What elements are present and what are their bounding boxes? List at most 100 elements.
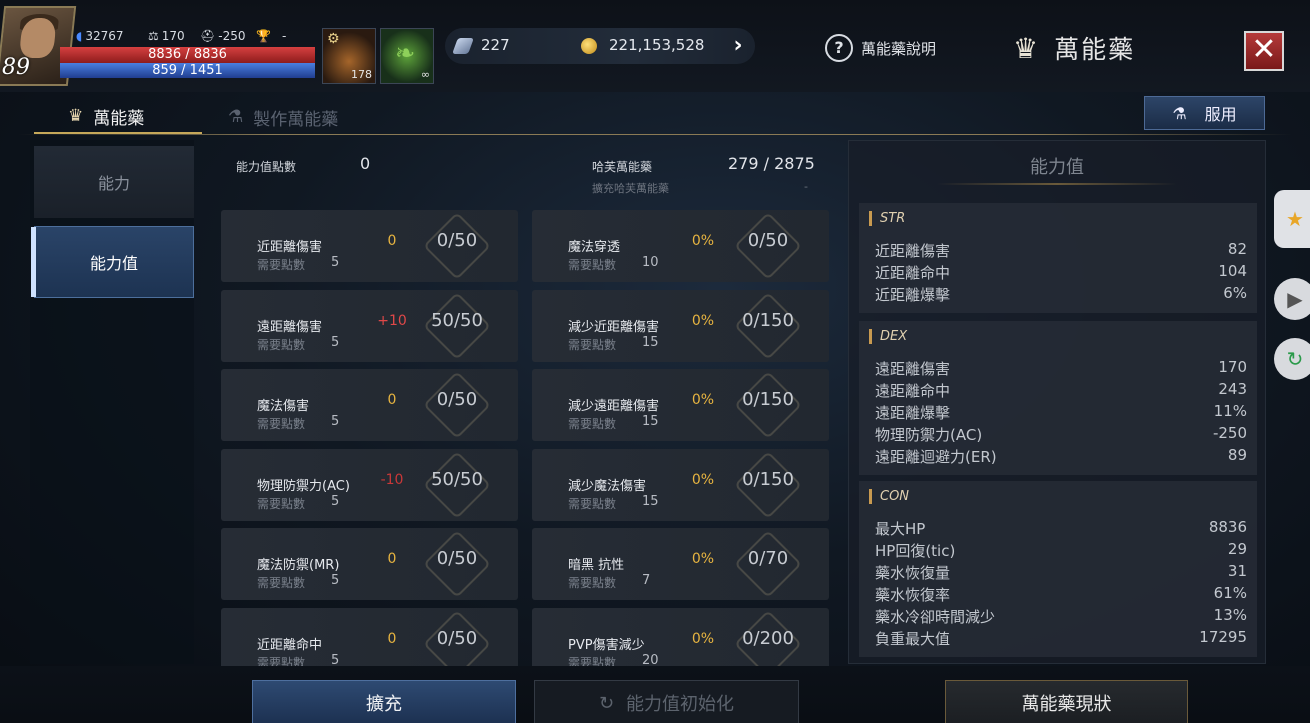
helmet-icon: ⛑ bbox=[200, 29, 216, 43]
need-points-label: 需要點數 bbox=[568, 417, 617, 431]
hagen-hint-value: - bbox=[804, 180, 808, 193]
stat-bonus: 0 bbox=[387, 392, 397, 408]
stat-group-str: STR 近距離傷害 82 近距離命中 104 近距離爆擊 6% bbox=[859, 203, 1257, 313]
currency-bar: 227 221,153,528 bbox=[445, 28, 755, 64]
gem-count: 227 bbox=[481, 36, 510, 54]
stats-panel-title: 能力值 bbox=[1030, 157, 1084, 178]
stat-level: 0/150 bbox=[742, 389, 794, 410]
stat-level: 0/150 bbox=[742, 309, 794, 331]
swirl-icon[interactable]: ↻ bbox=[1274, 338, 1310, 380]
points-value: 0 bbox=[360, 154, 371, 173]
stat-row-value: 89 bbox=[1227, 446, 1247, 464]
stat-row-value: 8836 bbox=[1208, 518, 1247, 536]
stat-name: PVP傷害減少 bbox=[568, 637, 645, 653]
herb-slot[interactable]: ❧ ∞ bbox=[380, 28, 434, 84]
stat-row: 物理防禦力(AC) -250 bbox=[875, 424, 1247, 446]
potion-slot[interactable]: ⚙ 178 bbox=[322, 28, 376, 84]
play-icon[interactable]: ▶ bbox=[1274, 278, 1310, 320]
stat-bonus: +10 bbox=[377, 312, 407, 329]
stat-row: HP回復(tic) 29 bbox=[875, 540, 1247, 562]
stat-cost: 5 bbox=[331, 334, 340, 350]
reset-stats-button[interactable]: ↻ 能力值初始化 bbox=[534, 680, 799, 723]
stat-level: 0/200 bbox=[742, 627, 794, 649]
expand-button[interactable]: 擴充 bbox=[252, 680, 516, 723]
gem-icon bbox=[452, 38, 474, 54]
stat-name: 近距離命中 bbox=[257, 637, 323, 653]
nav-stats[interactable]: 能力值 bbox=[31, 226, 194, 298]
craft-icon: ⚗ bbox=[228, 107, 244, 127]
stat-row-name: 負重最大值 bbox=[875, 630, 951, 648]
potion-status-button[interactable]: 萬能藥現狀 bbox=[945, 680, 1188, 723]
stat-row: 藥水恢復量 31 bbox=[875, 562, 1247, 584]
need-points-label: 需要點數 bbox=[568, 337, 617, 352]
help-button[interactable]: ? 萬能藥說明 bbox=[825, 34, 936, 62]
stat-bonus: 0 bbox=[387, 551, 397, 567]
stat-group-con: CON 最大HP 8836 HP回復(tic) 29 藥水恢復量 31 藥水恢復率 61% 藥水冷… bbox=[859, 481, 1257, 657]
stat-name: 減少魔法傷害 bbox=[568, 478, 647, 494]
stat-level: 0/50 bbox=[436, 389, 478, 410]
gear-icon: ⚙ bbox=[327, 31, 340, 47]
need-points-label: 需要點數 bbox=[257, 576, 306, 590]
stat-card[interactable]: 減少近距離傷害 需要點數 15 0% 0/150 bbox=[532, 289, 829, 362]
currency-expand-button[interactable]: › bbox=[724, 32, 752, 60]
stat-card[interactable]: 暗黑 抗性 需要點數 7 0% 0/70 bbox=[532, 528, 829, 600]
stat-card[interactable]: 魔法傷害 需要點數 5 0 0/50 bbox=[221, 369, 518, 441]
stat-row-value: 82 bbox=[1227, 240, 1247, 258]
stat-row: 藥水冷卻時間減少 13% bbox=[875, 606, 1247, 628]
stat-card[interactable]: 近距離傷害 需要點數 5 0 0/50 bbox=[221, 210, 518, 282]
stat-row-value: 31 bbox=[1227, 562, 1247, 580]
tab-craft[interactable]: ⚗ 製作萬能藥 bbox=[228, 100, 338, 134]
stat-card[interactable]: 減少魔法傷害 需要點數 15 0% 0/150 bbox=[532, 448, 829, 521]
star-icon[interactable]: ★ bbox=[1274, 190, 1310, 248]
stat-row-name: HP回復(tic) bbox=[875, 542, 956, 560]
need-points-label: 需要點數 bbox=[257, 417, 306, 431]
stat-cost: 15 bbox=[642, 414, 659, 429]
stat-bonus: 0% bbox=[691, 312, 715, 329]
stat-row-value: 104 bbox=[1218, 262, 1247, 280]
stat-row-value: -250 bbox=[1212, 424, 1247, 442]
need-points-label: 需要點數 bbox=[568, 496, 617, 511]
mp-bar: 859 / 1451 bbox=[60, 63, 315, 78]
need-points-label: 需要點數 bbox=[257, 258, 306, 272]
stat-group-dex: DEX 遠距離傷害 170 遠距離命中 243 遠距離爆擊 11% 物理防禦力(AC) -250… bbox=[859, 321, 1257, 475]
stat-name: 近距離傷害 bbox=[257, 240, 323, 255]
stat-row: 遠距離命中 243 bbox=[875, 380, 1247, 402]
close-icon: ✕ bbox=[1251, 32, 1277, 67]
character-level: 89 bbox=[2, 55, 30, 80]
stat-row-name: 物理防禦力(AC) bbox=[875, 426, 983, 444]
points-header: 能力值點數 0 哈芙萬能藥 279 / 2875 擴充哈芙萬能藥 - bbox=[220, 146, 830, 206]
stat-row: 負重最大值 17295 bbox=[875, 628, 1247, 650]
group-title: DEX bbox=[869, 329, 907, 344]
stat-row: 近距離命中 104 bbox=[875, 262, 1247, 284]
stat-card[interactable]: 遠距離傷害 需要點數 5 +10 50/50 bbox=[221, 289, 518, 362]
crown-icon: ♛ bbox=[68, 106, 84, 126]
power-stat: ◖ 32767 bbox=[76, 29, 124, 43]
use-button[interactable]: ⚗ 服用 bbox=[1144, 96, 1265, 130]
need-points-label: 需要點數 bbox=[257, 496, 306, 511]
crown-icon: ♛ bbox=[1013, 31, 1039, 65]
power-icon: ◖ bbox=[76, 29, 83, 43]
title-ornament bbox=[937, 183, 1177, 185]
stat-bonus: 0% bbox=[691, 551, 715, 567]
stat-bonus: 0% bbox=[691, 630, 715, 647]
close-button[interactable]: ✕ bbox=[1244, 31, 1284, 71]
trophy-icon: 🏆 bbox=[256, 29, 271, 43]
stat-row-value: 170 bbox=[1218, 358, 1247, 376]
tab-potion[interactable]: ♛ 萬能藥 bbox=[34, 100, 202, 134]
stat-card[interactable]: 減少遠距離傷害 需要點數 15 0% 0/150 bbox=[532, 369, 829, 441]
stat-row-name: 遠距離迴避力(ER) bbox=[875, 448, 997, 466]
stat-row-value: 243 bbox=[1218, 380, 1247, 398]
stat-cost: 5 bbox=[331, 493, 340, 509]
stat-row-value: 13% bbox=[1213, 606, 1247, 624]
stat-row-name: 遠距離爆擊 bbox=[875, 404, 951, 422]
stat-name: 減少遠距離傷害 bbox=[568, 399, 660, 414]
stat-name: 物理防禦力(AC) bbox=[257, 478, 350, 494]
stat-card[interactable]: 魔法穿透 需要點數 10 0% 0/50 bbox=[532, 210, 829, 282]
stat-card[interactable]: 魔法防禦(MR) 需要點數 5 0 0/50 bbox=[221, 528, 518, 600]
stat-level: 0/70 bbox=[747, 548, 789, 569]
hagen-value: 279 / 2875 bbox=[728, 154, 815, 173]
nav-ability[interactable]: 能力 bbox=[34, 146, 194, 218]
weight-stat: ⚖ 170 bbox=[148, 29, 185, 43]
alignment-stat: ⛑ -250 bbox=[200, 29, 246, 43]
stat-card[interactable]: 物理防禦力(AC) 需要點數 5 -10 50/50 bbox=[221, 448, 518, 521]
